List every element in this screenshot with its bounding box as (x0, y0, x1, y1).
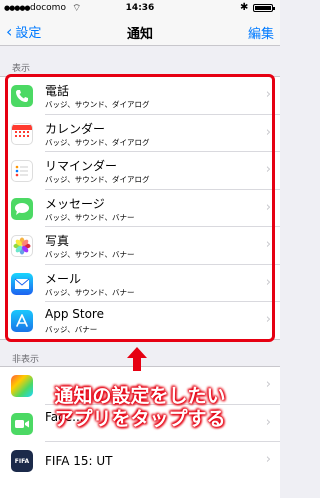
section-header-hidden: 非表示 (12, 355, 40, 365)
page-title: 通知 (126, 27, 153, 42)
navigation-bar: ‹ 設定 通知 編集 (0, 16, 280, 46)
app-row-fifa[interactable]: FIFA FIFA 15: UT › (0, 442, 280, 480)
chevron-right-icon: › (265, 452, 271, 467)
bluetooth-icon: ✱ (240, 2, 249, 13)
edit-button[interactable]: 編集 (248, 23, 274, 42)
clock: 14:36 (125, 3, 155, 13)
fifa-icon: FIFA (11, 450, 33, 472)
app-name: FIFA 15: UT (45, 454, 113, 468)
status-bar: ●●●●● docomo ⌔ 14:36 ✱ (0, 0, 280, 16)
highlight-frame (5, 74, 275, 342)
arrow-up-icon (127, 347, 147, 371)
battery-icon (253, 4, 275, 12)
callout-line-2: アプリをタップする (54, 408, 226, 430)
section-header-shown: 表示 (12, 64, 31, 74)
